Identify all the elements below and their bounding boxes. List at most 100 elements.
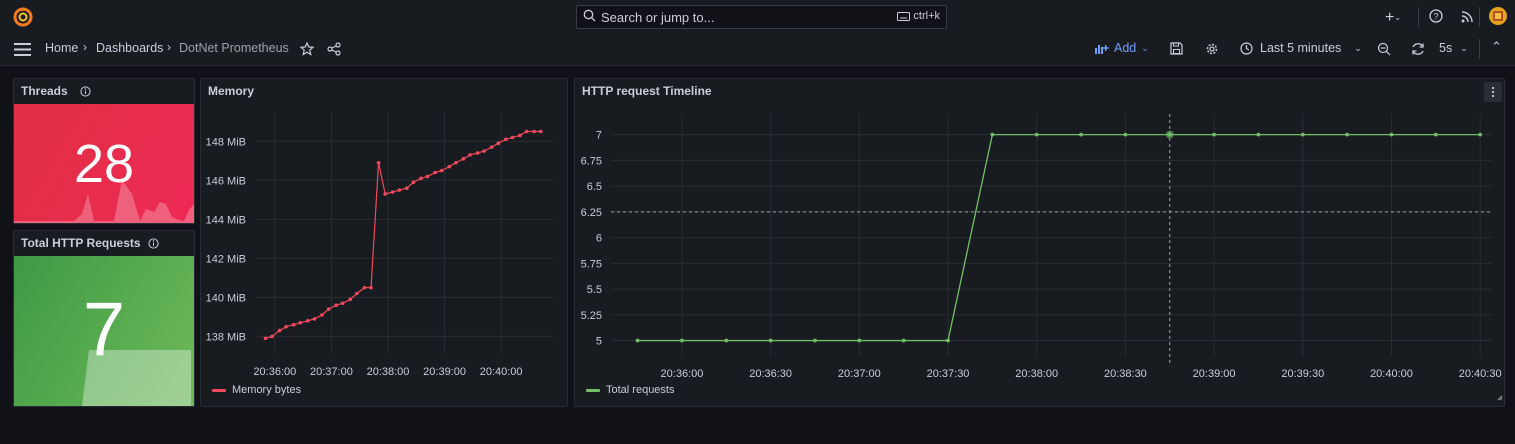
collapse-chevron-up-icon[interactable]: ⌃	[1491, 39, 1502, 55]
x-tick-label: 20:40:30	[1459, 368, 1502, 380]
hover-point	[1165, 130, 1174, 139]
avatar[interactable]	[1489, 7, 1507, 25]
add-panel-icon	[1095, 44, 1109, 54]
data-point	[306, 319, 310, 323]
http-request-timeline-panel[interactable]: HTTP request Timeline 7 6.75 6.5 6.25 6 5.75 5…	[574, 78, 1505, 407]
x-tick-label: 20:38:00	[1015, 368, 1058, 380]
y-tick-label: 144 MiB	[206, 214, 246, 226]
data-point	[312, 317, 317, 321]
legend-label: Total requests	[606, 384, 675, 396]
data-point	[1478, 132, 1483, 137]
data-point	[518, 133, 522, 138]
data-point	[270, 334, 274, 339]
breadcrumb-home[interactable]: Home	[45, 41, 78, 55]
data-point	[990, 132, 995, 137]
data-point	[510, 135, 515, 140]
memory-legend[interactable]: Memory bytes	[212, 384, 301, 396]
breadcrumb-chevron-icon: ›	[83, 40, 87, 54]
data-point	[383, 192, 387, 196]
info-icon[interactable]	[80, 86, 91, 97]
breadcrumb-dashboards[interactable]: Dashboards	[96, 41, 163, 55]
refresh-icon[interactable]	[1411, 42, 1425, 56]
zoom-out-icon[interactable]	[1377, 42, 1391, 56]
data-point	[390, 190, 395, 194]
breadcrumb-chevron-icon: ›	[167, 40, 171, 54]
breadcrumb-current: DotNet Prometheus	[179, 41, 289, 55]
data-point	[1256, 132, 1261, 137]
legend-swatch	[212, 388, 226, 392]
grafana-logo-icon[interactable]	[13, 7, 33, 27]
rss-icon[interactable]	[1461, 10, 1474, 23]
divider	[1479, 39, 1480, 59]
data-point	[461, 157, 466, 161]
memory-chart: 148 MiB 146 MiB 144 MiB 142 MiB 140 MiB 138 M…	[206, 112, 553, 378]
info-icon[interactable]	[148, 238, 159, 249]
chevron-down-icon: ⌄	[1354, 42, 1362, 53]
plus-icon: +	[1384, 9, 1395, 26]
x-tick-label: 20:36:00	[661, 368, 704, 380]
x-tick-label: 20:39:00	[423, 366, 466, 378]
data-point	[1034, 132, 1039, 137]
memory-panel[interactable]: Memory 148 MiB 146 MiB 144 MiB 142 MiB 140 M…	[200, 78, 568, 407]
panel-title: Total HTTP Requests	[21, 236, 141, 250]
data-point	[489, 145, 494, 149]
divider	[1418, 7, 1419, 27]
threads-value: 28	[73, 134, 135, 194]
data-point	[468, 153, 472, 157]
add-new-button[interactable]: +⌄	[1381, 8, 1405, 26]
save-icon[interactable]	[1170, 42, 1183, 55]
data-point	[411, 180, 416, 185]
http-requests-value: 7	[82, 287, 126, 372]
data-point	[1389, 132, 1394, 137]
y-tick-label: 148 MiB	[206, 136, 246, 148]
total-http-requests-panel[interactable]: Total HTTP Requests 7	[13, 230, 195, 407]
x-tick-label: 20:36:00	[253, 366, 296, 378]
data-point	[405, 186, 409, 190]
data-point	[298, 320, 303, 325]
data-point	[475, 151, 480, 155]
data-point	[362, 285, 367, 290]
share-icon[interactable]	[327, 42, 341, 56]
search-shortcut: ctrl+k	[897, 10, 940, 22]
data-point	[425, 174, 430, 179]
memory-series-line	[265, 130, 541, 339]
y-tick-label: 5.75	[581, 258, 602, 270]
timeline-legend[interactable]: Total requests	[586, 384, 674, 396]
panel-title: Threads	[21, 84, 68, 98]
data-point	[376, 160, 381, 165]
time-range-label: Last 5 minutes	[1260, 41, 1342, 55]
chevron-down-icon: ⌄	[1141, 42, 1149, 53]
x-tick-label: 20:40:00	[1370, 368, 1413, 380]
data-point	[724, 338, 729, 343]
x-tick-label: 20:36:30	[749, 368, 792, 380]
divider	[1479, 7, 1480, 27]
legend-label: Memory bytes	[232, 384, 302, 396]
search-icon	[583, 9, 596, 22]
chevron-down-icon: ⌄	[1394, 13, 1402, 22]
data-point	[277, 328, 282, 333]
threads-panel[interactable]: Threads 28	[13, 78, 195, 224]
gear-icon[interactable]	[1205, 42, 1219, 56]
data-point	[340, 301, 345, 306]
x-tick-label: 20:40:00	[480, 366, 523, 378]
data-point	[1123, 132, 1128, 137]
menu-icon[interactable]	[14, 43, 31, 56]
search-input[interactable]: Search or jump to... ctrl+k	[576, 5, 947, 29]
data-point	[482, 149, 486, 153]
data-point	[1212, 132, 1217, 137]
x-tick-label: 20:38:00	[367, 366, 410, 378]
time-range-picker[interactable]: Last 5 minutes ⌄	[1240, 41, 1362, 55]
add-button[interactable]: Add ⌄	[1095, 41, 1149, 55]
x-tick-label: 20:37:00	[310, 366, 353, 378]
data-point	[901, 338, 906, 343]
data-point	[813, 338, 817, 343]
resize-handle	[1497, 395, 1503, 401]
x-tick-label: 20:39:00	[1193, 368, 1236, 380]
data-point	[291, 322, 296, 327]
data-point	[946, 338, 950, 343]
star-icon[interactable]	[300, 42, 314, 56]
help-icon[interactable]: ?	[1429, 9, 1443, 23]
y-tick-label: 7	[596, 130, 602, 142]
refresh-interval-picker[interactable]: 5s ⌄	[1439, 41, 1468, 55]
x-tick-label: 20:37:30	[927, 368, 970, 380]
